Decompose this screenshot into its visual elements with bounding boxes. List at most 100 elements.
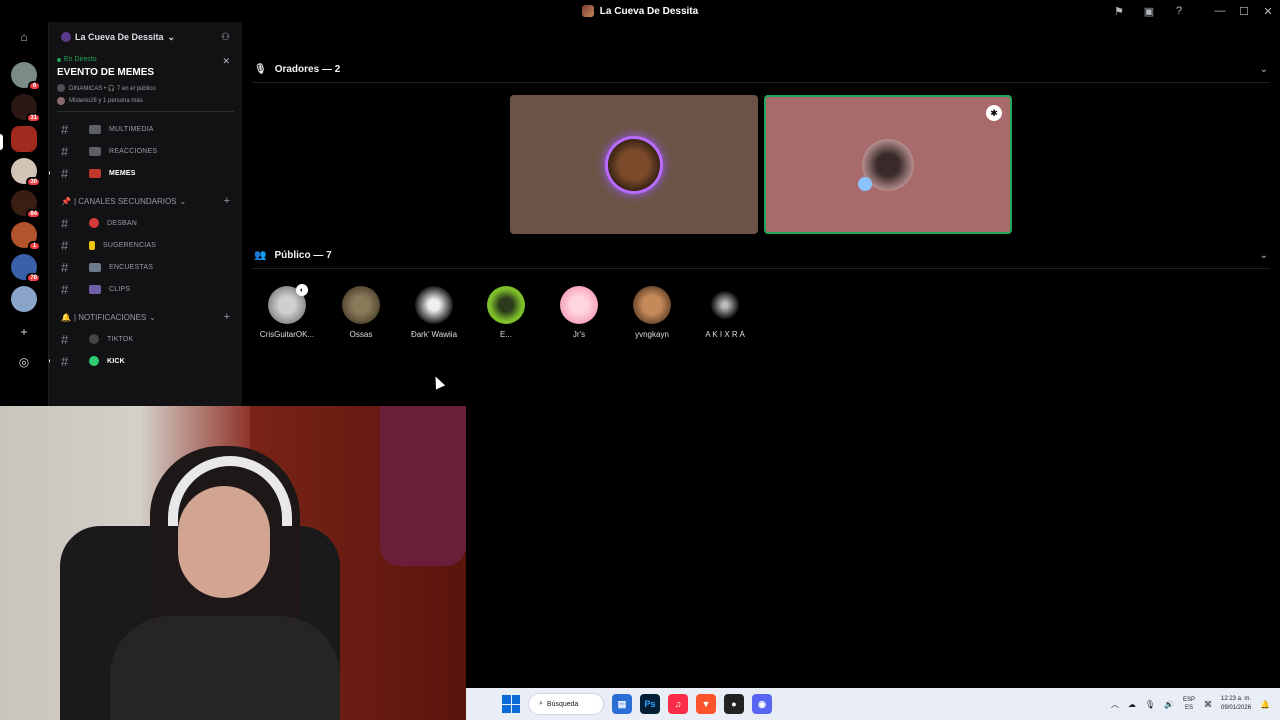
notification-bell-icon[interactable]: 🔔 — [1260, 700, 1270, 709]
server-icon-3[interactable]: 30 — [11, 158, 41, 187]
obs-icon[interactable]: ● — [724, 694, 744, 714]
audience-member[interactable]: Ossas — [326, 286, 396, 339]
server-icon-4[interactable]: 84 — [11, 190, 41, 219]
category-label-text: | NOTIFICACIONES — [73, 312, 147, 322]
inbox-icon[interactable]: ⚑ — [1104, 0, 1134, 22]
audience-name: CrisGuitarOK... — [259, 330, 315, 339]
discover-icon[interactable]: ◎ — [14, 352, 34, 372]
music-icon[interactable]: ♫ — [668, 694, 688, 714]
server-icon-1[interactable]: 6 — [11, 62, 41, 91]
channel-label: ENCUESTAS — [109, 263, 154, 271]
help-icon[interactable]: ? — [1164, 0, 1194, 22]
taskbar-apps: ⌕ Búsqueda ▤ Ps ♫ ▼ ● ◉ — [502, 693, 772, 715]
avatar: ◐ — [268, 284, 308, 324]
file-explorer-icon[interactable]: ▤ — [612, 694, 632, 714]
channel-encuestas[interactable]: # ENCUESTAS — [49, 256, 242, 278]
channel-kick[interactable]: # KICK — [49, 350, 242, 372]
language-indicator[interactable]: ESP ES — [1183, 696, 1195, 712]
hash-icon: # — [61, 121, 69, 137]
category-canales-secundarios[interactable]: 📌 | CANALES SECUNDARIOS ⌄ + — [49, 190, 242, 212]
audience-member[interactable]: Jr's — [544, 286, 614, 339]
mention-badge: 1 — [28, 241, 41, 251]
mention-badge: 30 — [26, 177, 41, 187]
channel-label: TIKTOK — [107, 335, 134, 343]
clapper-icon — [89, 284, 101, 294]
stage-badge-icon — [858, 176, 872, 191]
divider — [252, 268, 1270, 269]
channel-desban[interactable]: # DESBAN — [49, 212, 242, 234]
server-icon-6[interactable]: 78 — [11, 254, 41, 283]
discord-app: La Cueva De Dessita ⚑ ▣ ? — ☐ ✕ ⌂ 6 31 3… — [0, 0, 1280, 720]
windows-start-icon[interactable] — [502, 695, 520, 713]
audience-member[interactable]: yvngkayn — [617, 286, 687, 339]
add-server-icon[interactable]: + — [14, 322, 34, 342]
server-icon-2[interactable]: 31 — [11, 94, 41, 123]
audience-member[interactable]: ◐ CrisGuitarOK... — [252, 284, 322, 339]
channel-multimedia[interactable]: # MULTIMEDIA — [49, 118, 242, 140]
audience-header: 👥 Público — 7 — [254, 250, 332, 261]
maximize-button[interactable]: ☐ — [1232, 0, 1256, 22]
download-icon[interactable]: ▣ — [1134, 0, 1164, 22]
channel-memes[interactable]: # MEMES — [49, 162, 242, 184]
category-label: 📌 | CANALES SECUNDARIOS ⌄ — [61, 197, 186, 206]
lightbulb-icon — [89, 240, 95, 250]
chevron-down-icon[interactable]: ⌄ — [1260, 250, 1268, 261]
channel-tiktok[interactable]: # TIKTOK — [49, 328, 242, 350]
event-meta-1: DINAMICAS • 🎧 7 en el público — [57, 84, 234, 92]
microphone-icon[interactable]: 🎙 — [1145, 700, 1155, 709]
network-icon[interactable]: ⌘ — [1204, 700, 1212, 709]
category-notificaciones[interactable]: 🔔 | NOTIFICACIONES ⌄ + — [49, 306, 242, 328]
add-channel-icon[interactable]: + — [224, 195, 230, 207]
close-window-button[interactable]: ✕ — [1256, 0, 1280, 22]
channel-reacciones[interactable]: # REACCIONES — [49, 140, 242, 162]
webcam-overlay — [0, 406, 466, 720]
photoshop-icon[interactable]: Ps — [640, 694, 660, 714]
stage-icon — [57, 84, 65, 92]
title-bar: La Cueva De Dessita ⚑ ▣ ? — ☐ ✕ — [0, 0, 1280, 22]
clock[interactable]: 12:23 a. m. 09/01/2026 — [1221, 695, 1251, 713]
hash-icon: # — [61, 215, 69, 231]
avatar — [560, 286, 598, 324]
live-event-card[interactable]: En Directo EVENTO DE MEMES ✕ DINAMICAS •… — [57, 56, 234, 112]
volume-icon[interactable]: 🔊 — [1164, 700, 1174, 709]
add-channel-icon[interactable]: + — [224, 311, 230, 323]
server-rail: ⌂ 6 31 30 84 1 78 + ◎ — [0, 22, 48, 406]
close-icon[interactable]: ✕ — [222, 56, 230, 67]
direct-messages-icon[interactable]: ⌂ — [14, 30, 34, 46]
speakers-header-text: Oradores — 2 — [274, 64, 341, 75]
brave-icon[interactable]: ▼ — [696, 694, 716, 714]
cloud-icon[interactable]: ☁ — [1128, 700, 1136, 709]
hash-icon: # — [61, 143, 69, 159]
server-icon-7[interactable] — [11, 286, 37, 312]
speakers-header: 🎙 Oradores — 2 — [254, 64, 340, 75]
invite-icon[interactable]: ⚇ — [221, 32, 230, 43]
minimize-button[interactable]: — — [1208, 0, 1232, 22]
channel-label: MEMES — [109, 169, 136, 177]
server-icon-5[interactable]: 1 — [11, 222, 41, 251]
channel-clips[interactable]: # CLIPS — [49, 278, 242, 300]
title-bar-actions: ⚑ ▣ ? — ☐ ✕ — [1104, 0, 1280, 22]
channel-label: SUGERENCIAS — [103, 241, 157, 249]
audience-member[interactable]: Ðark’ Wawiia — [399, 286, 469, 339]
mention-badge: 78 — [26, 273, 41, 283]
server-header[interactable]: La Cueva De Dessita ⌄ ⚇ — [49, 22, 242, 52]
divider — [252, 82, 1270, 83]
audience-member[interactable]: E... — [471, 286, 541, 339]
channel-sidebar: La Cueva De Dessita ⌄ ⚇ En Directo EVENT… — [48, 22, 242, 406]
taskbar-search[interactable]: ⌕ Búsqueda — [528, 693, 604, 715]
speaker-tile[interactable] — [510, 95, 758, 234]
hash-icon: # — [61, 353, 69, 369]
channel-sugerencias[interactable]: # SUGERENCIAS — [49, 234, 242, 256]
live-indicator: En Directo — [57, 56, 234, 63]
discord-icon[interactable]: ◉ — [752, 694, 772, 714]
channel-label: REACCIONES — [109, 147, 158, 155]
audience-name: A K I X R A — [705, 330, 745, 339]
server-icon-active[interactable] — [11, 126, 37, 152]
hash-icon: # — [61, 165, 69, 181]
chevron-down-icon: ⌄ — [179, 196, 187, 206]
chevron-up-icon[interactable]: ︿ — [1111, 699, 1119, 710]
audience-member[interactable]: A K I X R A — [690, 286, 760, 339]
server-name-text: La Cueva De Dessita — [75, 32, 164, 42]
speaker-tile-active[interactable]: ✱ — [764, 95, 1012, 234]
chevron-down-icon[interactable]: ⌄ — [1260, 64, 1268, 75]
